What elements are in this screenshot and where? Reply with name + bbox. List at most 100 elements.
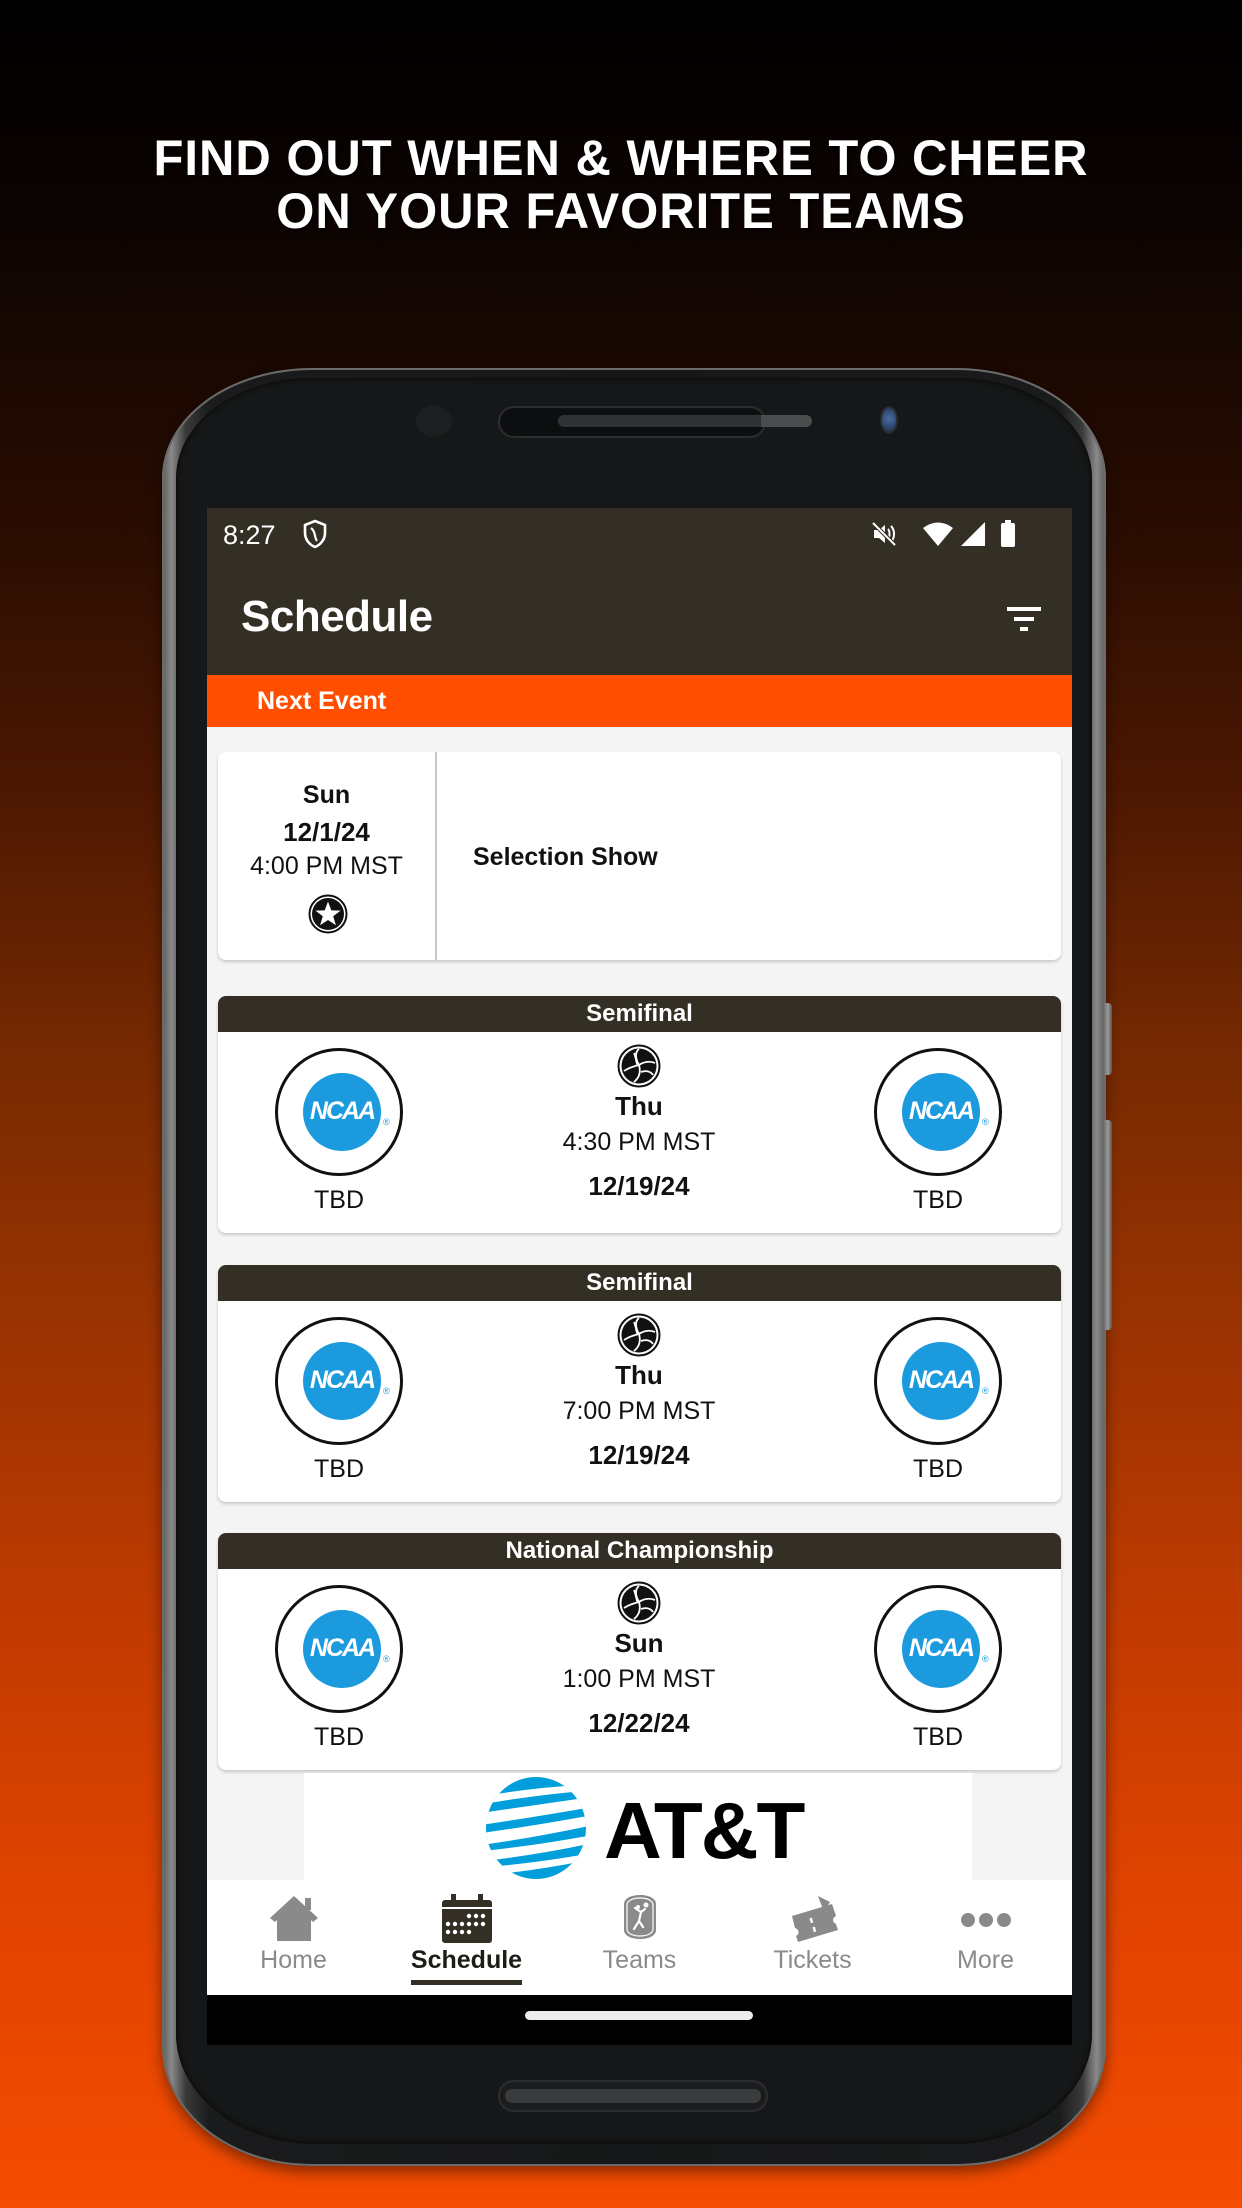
- team-name: TBD: [314, 1186, 364, 1214]
- game-day: Thu: [615, 1360, 663, 1390]
- ncaa-logo-text: NCAA: [908, 1097, 975, 1125]
- calendar-icon: [441, 1894, 492, 1943]
- game-time: 7:00 PM MST: [562, 1397, 716, 1425]
- ncaa-logo-text: NCAA: [309, 1366, 376, 1394]
- star-badge-icon: [308, 894, 348, 934]
- volleyball-icon: [617, 1044, 661, 1088]
- status-icons: [870, 520, 1016, 553]
- nav-item-teams[interactable]: Teams: [553, 1880, 726, 1995]
- game-info: Thu 7:00 PM MST 12/19/24: [489, 1313, 789, 1471]
- status-time: 8:27: [223, 520, 276, 550]
- shield-icon: [302, 519, 328, 554]
- team-name: TBD: [314, 1455, 364, 1483]
- ncaa-logo-text: NCAA: [309, 1097, 376, 1125]
- team-away[interactable]: NCAA ® TBD: [873, 1048, 1003, 1215]
- game-round-label: National Championship: [218, 1533, 1061, 1569]
- team-name: TBD: [913, 1455, 963, 1483]
- game-card[interactable]: Semifinal NCAA ® TBD: [218, 1265, 1061, 1502]
- home-gesture-handle[interactable]: [525, 2011, 753, 2020]
- phone-power-button: [1104, 1003, 1112, 1075]
- home-icon: [269, 1896, 318, 1941]
- game-date: 12/22/24: [588, 1708, 690, 1738]
- ncaa-logo-text: NCAA: [309, 1634, 376, 1662]
- phone-earpiece-grille: [558, 415, 812, 427]
- event-time: 4:00 PM MST: [250, 852, 403, 880]
- event-date: 12/1/24: [283, 817, 370, 847]
- registered-mark: ®: [982, 1654, 989, 1664]
- wifi-icon: [922, 521, 954, 552]
- team-logo: NCAA ®: [874, 1317, 1002, 1445]
- team-badge-icon: [623, 1895, 656, 1939]
- team-name: TBD: [913, 1723, 963, 1751]
- nav-label-schedule: Schedule: [410, 1946, 523, 1974]
- battery-icon: [1000, 520, 1016, 553]
- nav-item-more[interactable]: More: [899, 1880, 1072, 1995]
- event-day: Sun: [302, 781, 351, 809]
- team-name: TBD: [913, 1186, 963, 1214]
- filter-button[interactable]: [1004, 600, 1044, 636]
- game-date: 12/19/24: [588, 1171, 690, 1201]
- game-date: 12/19/24: [588, 1440, 690, 1470]
- game-time: 1:00 PM MST: [562, 1665, 716, 1693]
- sponsor-banner[interactable]: AT&T: [304, 1773, 972, 1880]
- gesture-nav-area: [207, 1995, 1072, 2045]
- cell-signal-icon: [960, 521, 986, 552]
- team-logo: NCAA ®: [874, 1048, 1002, 1176]
- next-event-label: Next Event: [257, 687, 387, 715]
- team-logo: NCAA ®: [874, 1585, 1002, 1713]
- volleyball-icon: [617, 1313, 661, 1357]
- nav-item-schedule[interactable]: Schedule: [380, 1880, 553, 1995]
- phone-volume-button: [1104, 1120, 1112, 1330]
- nav-label-more: More: [957, 1946, 1014, 1974]
- promo-headline: FIND OUT WHEN & WHERE TO CHEER ON YOUR F…: [12, 132, 1229, 238]
- team-away[interactable]: NCAA ® TBD: [873, 1585, 1003, 1752]
- nav-label-teams: Teams: [602, 1946, 677, 1974]
- team-home[interactable]: NCAA ® TBD: [274, 1317, 404, 1484]
- app-bar: Schedule: [207, 560, 1072, 675]
- nav-label-home: Home: [260, 1946, 327, 1974]
- nav-item-tickets[interactable]: Tickets: [726, 1880, 899, 1995]
- game-time: 4:30 PM MST: [562, 1128, 716, 1156]
- team-away[interactable]: NCAA ® TBD: [873, 1317, 1003, 1484]
- status-bar: 8:27: [207, 508, 1072, 560]
- team-home[interactable]: NCAA ® TBD: [274, 1048, 404, 1215]
- active-tab-indicator: [411, 1980, 522, 1985]
- game-info: Thu 4:30 PM MST 12/19/24: [489, 1044, 789, 1202]
- nav-item-home[interactable]: Home: [207, 1880, 380, 1995]
- ticket-icon: [791, 1896, 838, 1942]
- app-screen: 8:27 Schedule Next Event Sun 12/1/24 4:0…: [207, 508, 1072, 2045]
- registered-mark: ®: [383, 1654, 390, 1664]
- game-day: Thu: [615, 1091, 663, 1121]
- team-home[interactable]: NCAA ® TBD: [274, 1585, 404, 1752]
- game-round-label: Semifinal: [218, 1265, 1061, 1301]
- page-title: Schedule: [241, 592, 433, 641]
- registered-mark: ®: [383, 1117, 390, 1127]
- sponsor-name: AT&T: [604, 1786, 805, 1875]
- registered-mark: ®: [982, 1117, 989, 1127]
- att-globe-logo: [486, 1777, 586, 1879]
- registered-mark: ®: [383, 1386, 390, 1396]
- phone-sensor: [416, 405, 452, 437]
- filter-icon: [1007, 607, 1041, 631]
- mute-icon: [870, 520, 898, 553]
- next-event-date-column: Sun 12/1/24 4:00 PM MST: [218, 752, 437, 960]
- game-card[interactable]: Semifinal NCAA ® TBD: [218, 996, 1061, 1233]
- game-round-label: Semifinal: [218, 996, 1061, 1032]
- front-camera: [880, 406, 898, 434]
- phone-bottom-speaker-grille: [505, 2089, 761, 2103]
- volleyball-icon: [617, 1581, 661, 1625]
- ncaa-logo-text: NCAA: [908, 1634, 975, 1662]
- team-logo: NCAA ®: [275, 1048, 403, 1176]
- next-event-header: Next Event: [207, 675, 1072, 727]
- nav-label-tickets: Tickets: [773, 1946, 852, 1974]
- ncaa-logo-text: NCAA: [908, 1366, 975, 1394]
- headline-line-1: FIND OUT WHEN & WHERE TO CHEER: [153, 130, 1089, 186]
- game-info: Sun 1:00 PM MST 12/22/24: [489, 1581, 789, 1739]
- event-title: Selection Show: [473, 843, 658, 871]
- game-card[interactable]: National Championship NCAA ® TBD Sun 1:0…: [218, 1533, 1061, 1770]
- next-event-card[interactable]: Sun 12/1/24 4:00 PM MST Selection Show: [218, 752, 1061, 960]
- bottom-nav: Home Schedule Teams Tickets More: [207, 1880, 1072, 1995]
- team-name: TBD: [314, 1723, 364, 1751]
- more-dots-icon: [960, 1913, 1011, 1927]
- registered-mark: ®: [982, 1386, 989, 1396]
